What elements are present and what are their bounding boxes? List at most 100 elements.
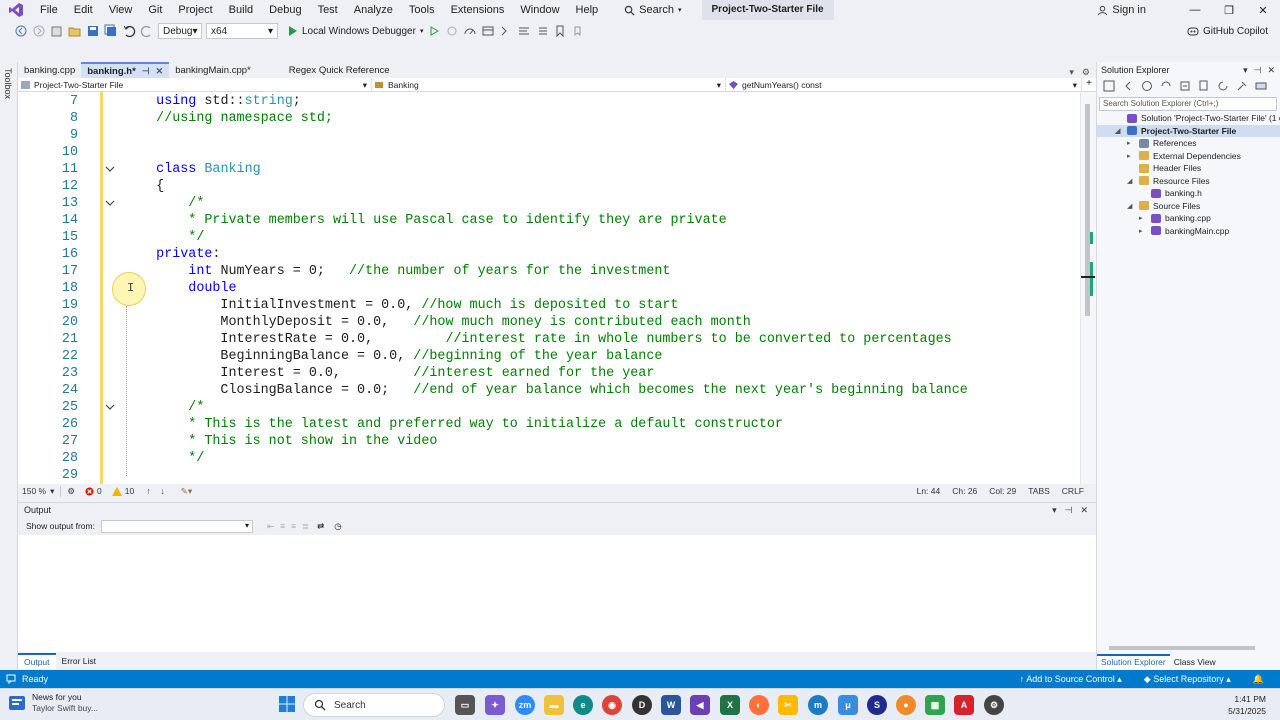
comment-icon[interactable] bbox=[517, 24, 531, 38]
line-indicator[interactable]: Ln: 44 bbox=[917, 486, 941, 496]
taskbar-search-box[interactable]: Search bbox=[303, 693, 445, 717]
forward-icon[interactable] bbox=[32, 24, 46, 38]
close-icon[interactable]: ✕ bbox=[1267, 65, 1275, 76]
word-wrap-icon[interactable]: ⇄ bbox=[317, 521, 324, 532]
pin-icon[interactable]: ⊣ bbox=[1065, 505, 1073, 516]
code-line[interactable]: 22 BeginningBalance = 0.0, //beginning o… bbox=[18, 348, 1080, 365]
sign-in-button[interactable]: Sign in bbox=[1085, 4, 1158, 16]
column-indicator[interactable]: Col: 29 bbox=[989, 486, 1016, 496]
menu-item-debug[interactable]: Debug bbox=[261, 0, 309, 20]
pin-icon[interactable]: ⊣ bbox=[1254, 65, 1262, 76]
tree-item[interactable]: ▸ banking.cpp bbox=[1097, 212, 1280, 225]
edge-browser-icon[interactable]: e bbox=[573, 695, 593, 715]
menu-item-view[interactable]: View bbox=[101, 0, 141, 20]
tree-item[interactable]: banking.h bbox=[1097, 187, 1280, 200]
tree-item[interactable]: ◢ Resource Files bbox=[1097, 175, 1280, 188]
history-icon[interactable] bbox=[1141, 80, 1155, 94]
chrome-browser-icon[interactable]: ◉ bbox=[602, 695, 622, 715]
find-message-icon[interactable]: ⇤ bbox=[267, 521, 274, 532]
save-all-icon[interactable] bbox=[104, 24, 118, 38]
line-ending-indicator[interactable]: CRLF bbox=[1062, 486, 1084, 496]
collapse-arrow-icon[interactable]: ◢ bbox=[1127, 202, 1135, 210]
expand-arrow-icon[interactable]: ▸ bbox=[1127, 139, 1135, 147]
configuration-dropdown[interactable]: Debug ▾ bbox=[158, 23, 202, 39]
file-explorer-icon[interactable]: ▬ bbox=[544, 695, 564, 715]
excel-app-icon[interactable]: X bbox=[720, 695, 740, 715]
uncomment-icon[interactable] bbox=[535, 24, 549, 38]
solution-horizontal-scrollbar[interactable] bbox=[1099, 644, 1279, 652]
firefox-app-icon[interactable]: ◐ bbox=[749, 695, 769, 715]
calendar-app-icon[interactable]: ▦ bbox=[925, 695, 945, 715]
code-line[interactable]: 8 //using namespace std; bbox=[18, 110, 1080, 127]
code-line[interactable]: 10 bbox=[18, 144, 1080, 161]
output-source-dropdown[interactable]: ▾ bbox=[100, 519, 253, 533]
fold-chevron-icon[interactable] bbox=[105, 402, 115, 412]
back-icon[interactable] bbox=[14, 24, 28, 38]
code-line[interactable]: 27 * This is not show in the video bbox=[18, 433, 1080, 450]
panel-menu-icon[interactable]: ▾ bbox=[1052, 505, 1057, 516]
add-to-source-control-button[interactable]: ↑ Add to Source Control ▴ bbox=[1020, 674, 1122, 685]
code-line[interactable]: 7 using std::string; bbox=[18, 93, 1080, 110]
windows-start-icon[interactable] bbox=[279, 696, 295, 712]
menu-item-window[interactable]: Window bbox=[512, 0, 567, 20]
zoom-app-icon[interactable]: zm bbox=[515, 695, 535, 715]
collapse-arrow-icon[interactable]: ◢ bbox=[1127, 177, 1135, 185]
menu-item-git[interactable]: Git bbox=[140, 0, 170, 20]
settings-app-icon[interactable]: ⚙ bbox=[984, 695, 1004, 715]
zoom-dropdown[interactable]: 150 % ▾ bbox=[22, 485, 62, 497]
code-line[interactable]: 18 double bbox=[18, 280, 1080, 297]
switch-views-icon[interactable] bbox=[1103, 80, 1117, 94]
taskbar-clock[interactable]: 1:41 PM 5/31/2025 bbox=[1228, 693, 1266, 717]
arrow-down-icon[interactable]: ↓ bbox=[160, 486, 164, 496]
intellicode-icon[interactable]: ⚙ bbox=[67, 486, 75, 497]
tree-item[interactable]: ▸ bankingMain.cpp bbox=[1097, 225, 1280, 238]
document-tab[interactable]: bankingMain.cpp* bbox=[169, 62, 257, 78]
notifications-icon[interactable] bbox=[6, 674, 16, 684]
preview-icon[interactable] bbox=[1255, 80, 1269, 94]
copilot-app-icon[interactable]: ✦ bbox=[485, 695, 505, 715]
code-line[interactable]: 19 InitialInvestment = 0.0, //how much i… bbox=[18, 297, 1080, 314]
news-widget[interactable]: News for you Taylor Swift buy... bbox=[8, 692, 98, 714]
code-cleanup-icon[interactable]: ✎▾ bbox=[181, 486, 192, 497]
code-line[interactable]: 20 MonthlyDeposit = 0.0, //how much mone… bbox=[18, 314, 1080, 331]
expand-arrow-icon[interactable]: ▸ bbox=[1127, 152, 1135, 160]
code-line[interactable]: 29 bbox=[18, 467, 1080, 484]
code-line[interactable]: 16 private: bbox=[18, 246, 1080, 263]
tab-error-list[interactable]: Error List bbox=[56, 652, 102, 670]
visual-studio-app-icon[interactable]: ◀ bbox=[690, 695, 710, 715]
menu-item-help[interactable]: Help bbox=[568, 0, 607, 20]
solution-search-input[interactable]: Search Solution Explorer (Ctrl+;) bbox=[1099, 97, 1277, 111]
platform-dropdown[interactable]: x64 ▾ bbox=[206, 23, 278, 39]
hot-reload-icon[interactable] bbox=[445, 24, 459, 38]
open-folder-icon[interactable] bbox=[68, 24, 82, 38]
toolbox-strip[interactable]: Toolbox bbox=[0, 62, 18, 670]
redo-icon[interactable] bbox=[140, 24, 154, 38]
close-window-button[interactable]: ✕ bbox=[1246, 4, 1280, 17]
code-line[interactable]: 17 int NumYears = 0; //the number of yea… bbox=[18, 263, 1080, 280]
split-editor-button[interactable]: + bbox=[1082, 78, 1096, 91]
code-line[interactable]: 28 */ bbox=[18, 450, 1080, 467]
bookmark-nav-icon[interactable] bbox=[571, 24, 585, 38]
tab-list-dropdown-icon[interactable]: ▾ bbox=[1069, 67, 1074, 78]
menu-item-build[interactable]: Build bbox=[221, 0, 261, 20]
collaborate-app-icon[interactable]: m bbox=[808, 695, 828, 715]
code-line[interactable]: 14 * Private members will use Pascal cas… bbox=[18, 212, 1080, 229]
previous-message-icon[interactable]: ≡ bbox=[280, 521, 285, 531]
menu-item-file[interactable]: File bbox=[32, 0, 66, 20]
errors-indicator[interactable]: 0 bbox=[85, 486, 102, 496]
code-line[interactable]: 21 InterestRate = 0.0, //interest rate i… bbox=[18, 331, 1080, 348]
tree-item[interactable]: Solution 'Project-Two-Starter File' (1 o… bbox=[1097, 112, 1280, 125]
search-box[interactable]: Search ▾ bbox=[616, 4, 689, 16]
tree-item[interactable]: ▸ External Dependencies bbox=[1097, 150, 1280, 163]
show-all-files-icon[interactable] bbox=[1198, 80, 1212, 94]
tree-item[interactable]: ▸ References bbox=[1097, 137, 1280, 150]
member-scope-dropdown[interactable]: getNumYears() const ▾ bbox=[726, 78, 1082, 92]
back-icon[interactable] bbox=[1122, 80, 1136, 94]
tree-item[interactable]: ◢ Project-Two-Starter File bbox=[1097, 124, 1280, 137]
browser-link-icon[interactable] bbox=[499, 24, 513, 38]
code-editor[interactable]: 7 using std::string; 8 //using namespace … bbox=[18, 92, 1096, 484]
indent-mode-indicator[interactable]: TABS bbox=[1028, 486, 1050, 496]
tree-item[interactable]: ◢ Source Files bbox=[1097, 200, 1280, 213]
dell-app-icon[interactable]: D bbox=[632, 695, 652, 715]
skype-app-icon[interactable]: S bbox=[867, 695, 887, 715]
